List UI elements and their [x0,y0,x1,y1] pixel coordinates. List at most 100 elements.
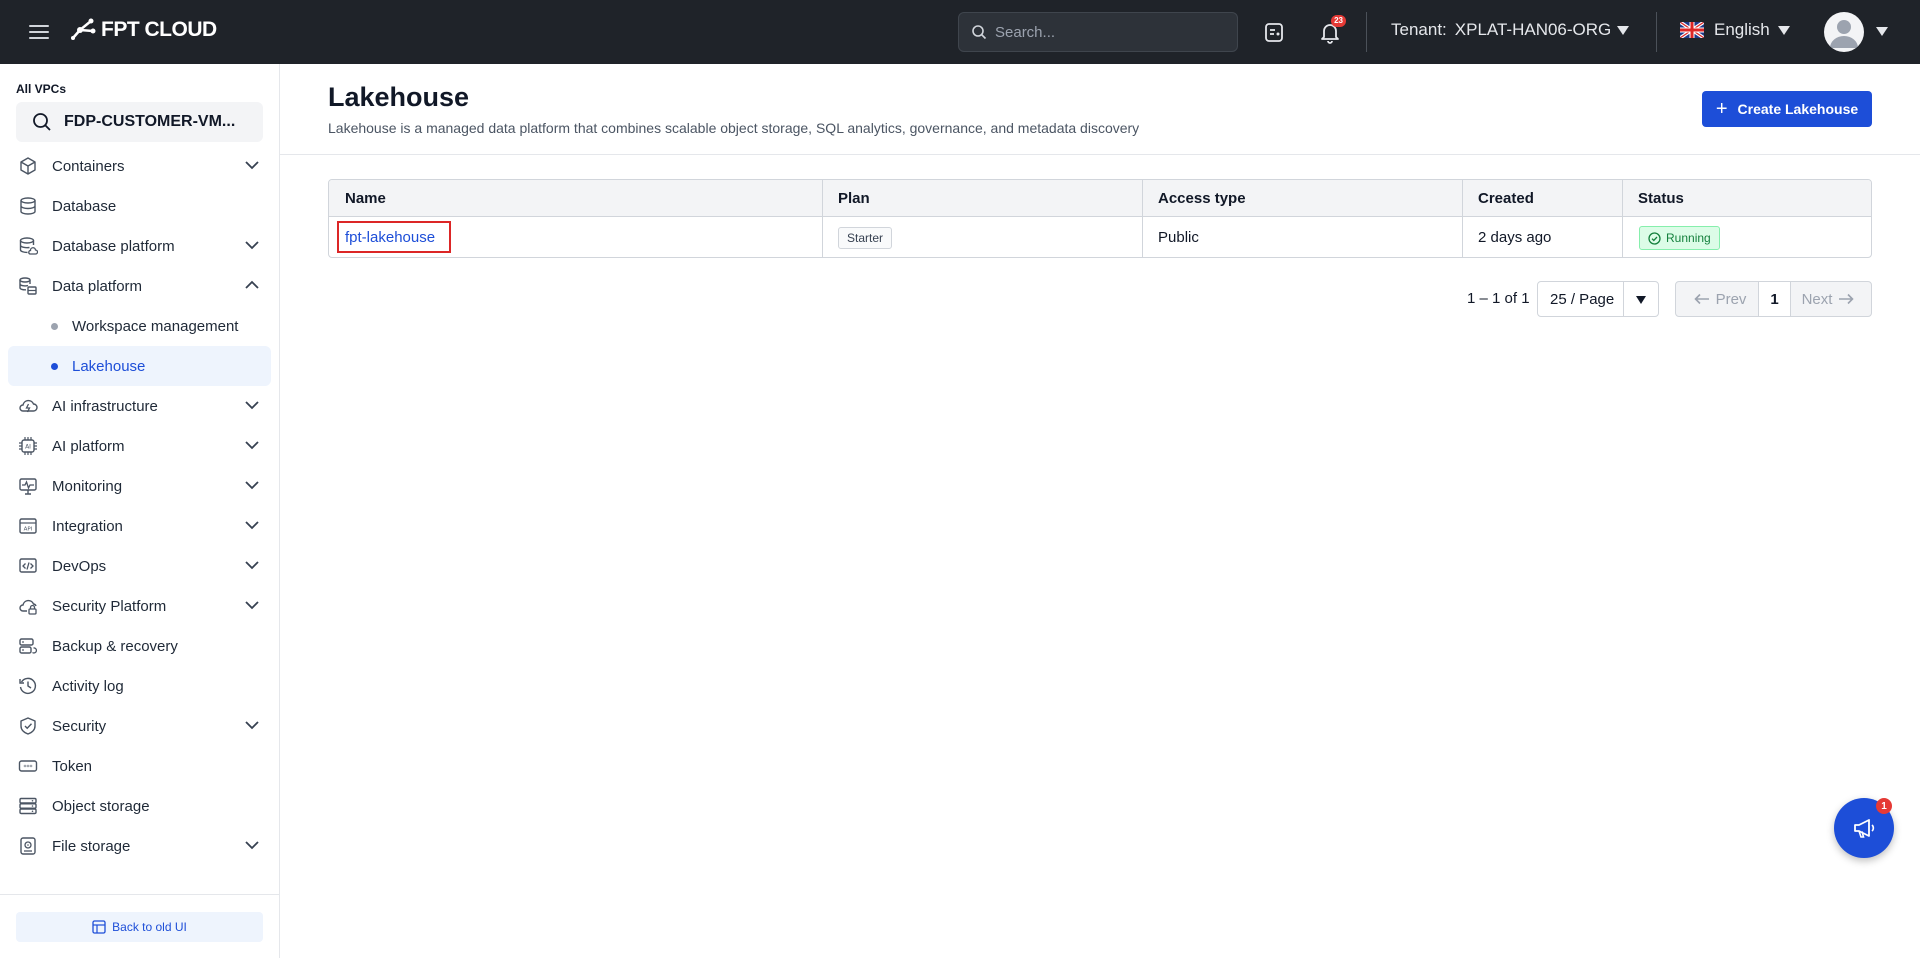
caret-down-icon [1617,25,1630,35]
sidebar-subitem-lakehouse[interactable]: Lakehouse [8,346,271,386]
search-input[interactable] [995,23,1215,41]
table-header: Name Plan Access type Created Status [329,180,1871,217]
logo[interactable]: FPT CLOUD [71,18,217,42]
sidebar-item-label: File storage [52,837,131,855]
sidebar-item-security[interactable]: Security [8,706,271,746]
sidebar-item-label: Monitoring [52,477,123,495]
cube-icon [20,157,36,175]
divider [1656,12,1657,52]
file-storage-icon [20,837,36,855]
sidebar-nav: Load balancer Containers Database Databa… [0,146,279,880]
megaphone-icon [1854,819,1875,838]
tenant-selector[interactable]: Tenant: XPLAT-HAN06-ORG [1391,20,1630,40]
check-circle-icon [1648,231,1661,245]
plan-tag: Starter [838,227,893,249]
clipboard-icon [1265,23,1283,42]
token-icon: *** [18,760,38,772]
sidebar-item-label: Database platform [52,237,175,255]
plus-icon: + [1715,98,1728,120]
back-to-old-ui-button[interactable]: Back to old UI [16,912,263,942]
column-header-plan[interactable]: Plan [838,190,870,207]
sidebar-item-database[interactable]: Database [8,186,271,226]
sidebar-item-label: Token [52,757,93,775]
next-page-button[interactable]: Next [1791,282,1871,316]
sidebar-item-file-storage[interactable]: File storage [8,826,271,866]
language-selector[interactable]: English [1680,20,1790,40]
fpt-logo-icon [71,18,96,40]
page-size-select[interactable]: 25 / Page [1537,281,1659,317]
caret-down-icon[interactable] [1876,27,1888,36]
chevron-down-icon [245,841,259,850]
create-lakehouse-button[interactable]: + Create Lakehouse [1702,91,1872,127]
column-header-status[interactable]: Status [1638,190,1684,207]
arrow-right-icon [1839,293,1855,305]
sidebar-item-backup-recovery[interactable]: Backup & recovery [8,626,271,666]
sidebar-item-label: Workspace management [72,318,239,335]
announcement-badge: 1 [1876,798,1892,814]
sidebar-item-devops[interactable]: DevOps [8,546,271,586]
column-header-name[interactable]: Name [345,190,386,207]
notification-badge: 23 [1331,15,1346,27]
ai-cloud-icon [19,399,38,413]
database-cloud-icon [19,237,38,255]
uk-flag-icon [1680,22,1704,38]
vpc-label: All VPCs [16,82,67,96]
sidebar-item-ai-infrastructure[interactable]: AI infrastructure [8,386,271,426]
user-icon [1830,20,1858,48]
sidebar-item-containers[interactable]: Containers [8,146,271,186]
sidebar-item-security-platform[interactable]: Security Platform [8,586,271,626]
caret-down-icon [1636,296,1646,304]
sidebar-item-ai-platform[interactable]: AI AI platform [8,426,271,466]
menu-icon[interactable] [27,20,51,44]
column-header-created[interactable]: Created [1478,190,1534,207]
ai-chip-icon: AI [19,437,37,455]
chevron-down-icon [245,721,259,730]
top-bar: FPT CLOUD 23 Tenant: XPLAT-HAN06-ORG Eng… [0,0,1920,64]
page-button-current[interactable]: 1 [1758,282,1791,316]
arrow-left-icon [1693,293,1709,305]
chevron-down-icon [245,521,259,530]
chevron-down-icon [245,441,259,450]
vpc-selector[interactable]: FDP-CUSTOMER-VM... [16,102,263,142]
chevron-down-icon [245,401,259,410]
sidebar-subitem-workspace-management[interactable]: Workspace management [8,306,271,346]
tasks-button[interactable] [1260,18,1288,46]
lakehouse-table: Name Plan Access type Created Status fpt… [328,179,1872,258]
sidebar-item-label: Security Platform [52,597,167,615]
sidebar-item-label: Database [52,197,117,215]
sidebar-item-database-platform[interactable]: Database platform [8,226,271,266]
database-icon [20,197,36,215]
server-backup-icon [19,638,38,654]
tenant-label: Tenant: [1391,20,1447,39]
divider [1366,12,1367,52]
monitor-pulse-icon [19,478,37,495]
table-row[interactable]: fpt-lakehouse Starter Public 2 days ago … [329,217,1871,257]
sidebar-item-integration[interactable]: API Integration [8,506,271,546]
status-label: Running [1666,231,1711,245]
global-search[interactable] [958,12,1238,52]
pagination: Prev 1 Next [1675,281,1872,317]
sidebar-item-data-platform[interactable]: Data platform [8,266,271,306]
user-avatar[interactable] [1824,12,1864,52]
layout-icon [92,920,106,934]
notifications-button[interactable]: 23 [1316,15,1346,46]
lakehouse-name-link[interactable]: fpt-lakehouse [337,221,451,253]
clock-history-icon [19,677,37,695]
cloud-lock-icon [19,599,37,615]
sidebar: All VPCs FDP-CUSTOMER-VM... Load balance… [0,64,280,958]
column-header-access-type[interactable]: Access type [1158,190,1246,207]
chevron-down-icon [245,561,259,570]
bullet-dot [51,363,58,370]
sidebar-item-activity-log[interactable]: Activity log [8,666,271,706]
sidebar-item-object-storage[interactable]: Object storage [8,786,271,826]
svg-text:***: *** [24,764,33,771]
svg-text:API: API [24,527,33,533]
divider [1623,282,1624,316]
prev-page-button[interactable]: Prev [1676,282,1758,316]
search-icon [972,25,987,40]
sidebar-item-monitoring[interactable]: Monitoring [8,466,271,506]
chevron-down-icon [245,241,259,250]
api-icon: API [19,518,37,534]
status-badge: Running [1639,226,1720,250]
sidebar-item-token[interactable]: *** Token [8,746,271,786]
